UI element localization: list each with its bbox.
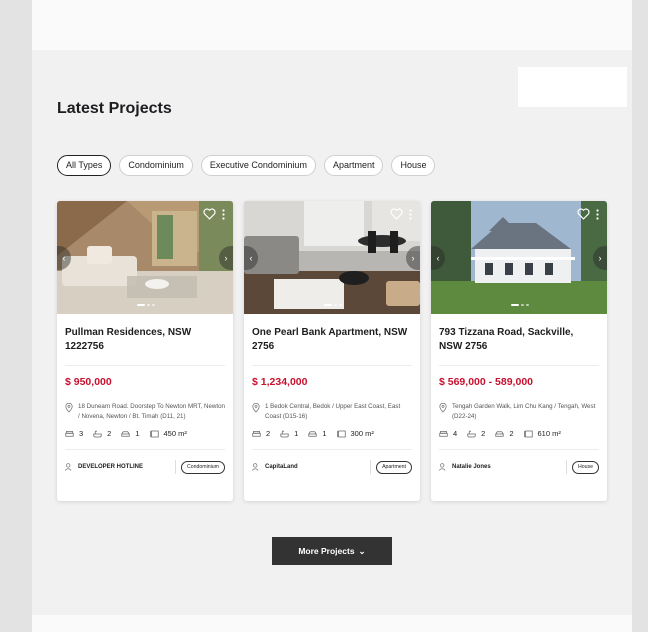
baths-count: 2 [481, 429, 486, 438]
project-photo[interactable]: ‹ › [244, 201, 420, 314]
agent-name: CapitaLand [265, 464, 298, 470]
agent-icon [439, 463, 446, 471]
project-specs: 2 1 1 300 m² [252, 429, 412, 438]
filter-house[interactable]: House [391, 155, 436, 176]
car-icon [121, 430, 130, 437]
agent-name: DEVELOPER HOTLINE [78, 464, 144, 470]
type-filters: All Types Condominium Executive Condomin… [57, 155, 436, 176]
address-text: 1 Bedok Central, Bedok / Upper East Coas… [265, 403, 401, 420]
location-pin-icon [439, 403, 447, 413]
agent-icon [252, 463, 259, 471]
area-size: 610 m² [537, 429, 561, 438]
beds-count: 3 [79, 429, 84, 438]
parking-count: 2 [509, 429, 514, 438]
car-icon [308, 430, 317, 437]
project-title[interactable]: Pullman Residences, NSW 1222756 [65, 326, 225, 354]
more-projects-button[interactable]: More Projects ⌄ [272, 537, 392, 565]
project-card[interactable]: ‹ › Pullman Residences, NSW 1222756 $ 95… [57, 201, 233, 501]
project-title[interactable]: 793 Tizzana Road, Sackville, NSW 2756 [439, 326, 599, 354]
bath-icon [467, 430, 476, 437]
address-text: 18 Dunearn Road. Doorstep To Newton MRT,… [78, 403, 225, 420]
filter-executive-condominium[interactable]: Executive Condominium [200, 155, 316, 176]
property-type-tag: Apartment [376, 460, 412, 474]
project-address: 18 Dunearn Road. Doorstep To Newton MRT,… [65, 402, 225, 424]
area-icon [336, 430, 346, 437]
filter-apartment[interactable]: Apartment [323, 155, 384, 176]
area-size: 450 m² [163, 429, 187, 438]
property-type-tag: House [572, 460, 599, 474]
area-size: 300 m² [350, 429, 374, 438]
top-band [32, 0, 632, 50]
project-specs: 3 2 1 450 m² [65, 429, 225, 438]
location-pin-icon [65, 403, 73, 413]
bottom-band [32, 615, 632, 632]
bath-icon [93, 430, 102, 437]
carousel-dots [511, 304, 529, 306]
project-card[interactable]: ‹ › One Pearl Bank Apartment, NSW 2756 $… [244, 201, 420, 501]
filter-condominium[interactable]: Condominium [119, 155, 193, 176]
project-price: $ 569,000 - 589,000 [439, 376, 533, 388]
kebab-menu-icon[interactable] [409, 209, 412, 220]
project-price: $ 1,234,000 [252, 376, 308, 388]
address-text: Tengah Garden Walk, Lim Chu Kang / Tenga… [452, 403, 596, 420]
project-card[interactable]: ‹ › 793 Tizzana Road, Sackville, NSW 275… [431, 201, 607, 501]
car-icon [495, 430, 504, 437]
filter-all-types[interactable]: All Types [57, 155, 112, 176]
chevron-down-icon: ⌄ [358, 546, 366, 556]
carousel-dots [137, 304, 155, 306]
project-photo[interactable]: ‹ › [431, 201, 607, 314]
agent-info[interactable]: Natalie Jones [439, 463, 491, 471]
baths-count: 1 [294, 429, 299, 438]
parking-count: 1 [135, 429, 140, 438]
agent-info[interactable]: DEVELOPER HOTLINE [65, 463, 143, 471]
agent-name: Natalie Jones [452, 464, 491, 470]
parking-count: 1 [322, 429, 327, 438]
area-icon [523, 430, 533, 437]
project-title[interactable]: One Pearl Bank Apartment, NSW 2756 [252, 326, 412, 354]
more-projects-label: More Projects [298, 546, 355, 556]
beds-count: 4 [453, 429, 458, 438]
baths-count: 2 [107, 429, 112, 438]
project-address: 1 Bedok Central, Bedok / Upper East Coas… [252, 402, 412, 424]
project-address: Tengah Garden Walk, Lim Chu Kang / Tenga… [439, 402, 599, 424]
kebab-menu-icon[interactable] [222, 209, 225, 220]
project-photo[interactable]: ‹ › [57, 201, 233, 314]
agent-info[interactable]: CapitaLand [252, 463, 298, 471]
location-pin-icon [252, 403, 260, 413]
bed-icon [65, 430, 74, 437]
project-specs: 4 2 2 610 m² [439, 429, 599, 438]
heart-icon[interactable] [390, 208, 403, 220]
section-heading: Latest Projects [57, 100, 172, 117]
heart-icon[interactable] [203, 208, 216, 220]
bed-icon [252, 430, 261, 437]
blank-panel [518, 67, 627, 107]
bath-icon [280, 430, 289, 437]
property-type-tag: Condominium [180, 460, 225, 474]
kebab-menu-icon[interactable] [596, 209, 599, 220]
area-icon [149, 430, 159, 437]
project-price: $ 950,000 [65, 376, 112, 388]
bed-icon [439, 430, 448, 437]
carousel-dots [324, 304, 342, 306]
agent-icon [65, 463, 72, 471]
beds-count: 2 [266, 429, 271, 438]
heart-icon[interactable] [577, 208, 590, 220]
